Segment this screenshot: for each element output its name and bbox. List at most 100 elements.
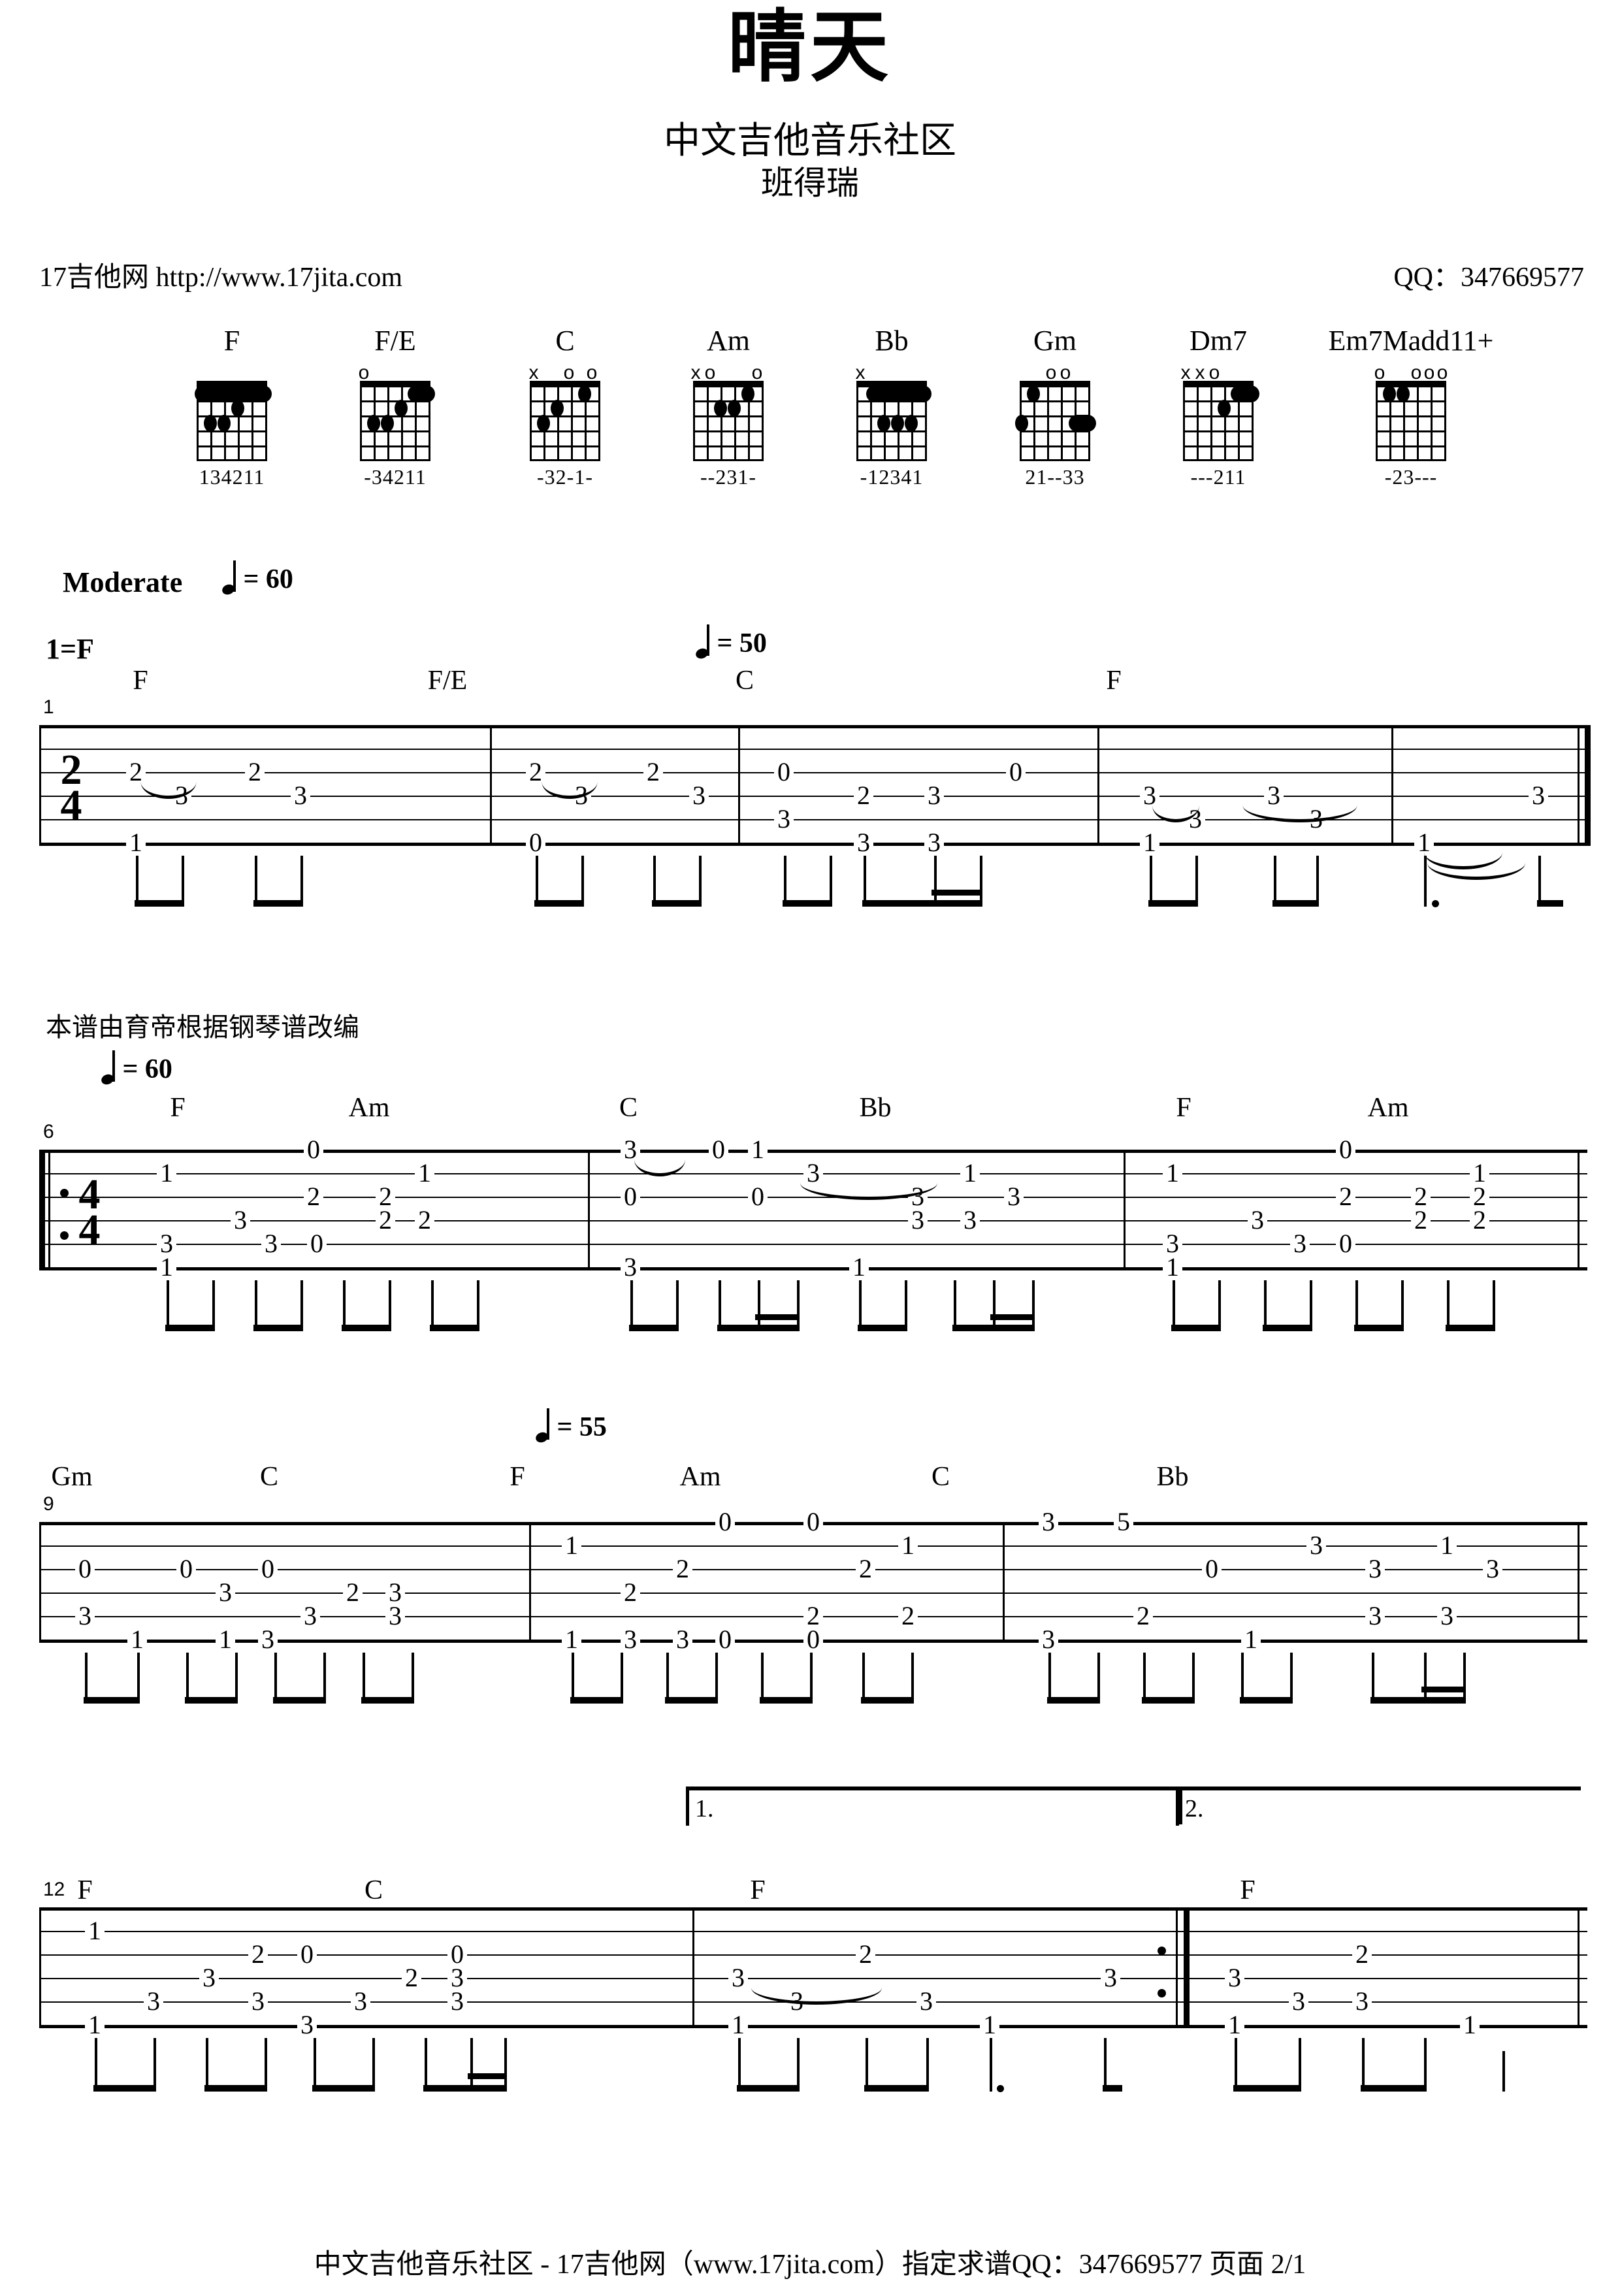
chord-label: F	[77, 1875, 93, 1905]
page-subtitle: 中文吉他音乐社区	[664, 121, 956, 161]
barline	[1391, 725, 1393, 846]
open-string-marker: o	[1045, 362, 1057, 383]
chord-grid	[1183, 381, 1259, 461]
tab-system-3: 9 0 3 1 0 1 3 0 3 3 2 3 3 1 1 2 3 2 3 0 …	[39, 1493, 1587, 1704]
chord-label: Gm	[51, 1462, 93, 1492]
barline	[1124, 1150, 1126, 1270]
barline	[490, 725, 492, 846]
muted-string-marker: x	[528, 362, 539, 383]
chord-grid	[1015, 381, 1096, 461]
chord-name: Gm	[1033, 325, 1077, 357]
muted-string-marker: x	[1195, 362, 1205, 383]
chord-label: C	[259, 1462, 279, 1492]
tab-system-4: 12 1 1 3 3 2 3 0 3 3 2 0 3 3 3 1 3 2 3 1…	[39, 1879, 1587, 2092]
barline	[588, 1150, 590, 1270]
ending-bracket-second: 2.	[1176, 1787, 1581, 1832]
chord-fingering: 134211	[199, 465, 265, 489]
tab-staff	[39, 725, 1591, 856]
barline	[692, 1907, 694, 2028]
chord-label: F/E	[427, 666, 468, 696]
chord-grid	[360, 381, 435, 461]
chord-diagram-c: C x o o -32-1-	[516, 327, 614, 489]
page-title: 晴天	[728, 4, 892, 91]
barline	[1097, 725, 1099, 846]
chord-label: F	[1240, 1875, 1256, 1905]
open-string-marker: o	[1423, 362, 1435, 383]
chord-label: F	[133, 666, 148, 696]
chord-diagram-am: Am x o o --231-	[679, 327, 777, 489]
chord-label: C	[735, 666, 754, 696]
chord-name: C	[555, 325, 575, 357]
chord-diagram-f: F 134211	[183, 327, 281, 489]
chord-name: Dm7	[1190, 325, 1247, 357]
time-signature: 44	[78, 1171, 101, 1254]
tab-system-1: 1 24 2 3 1 2 3 2 3 0 2 3 0 3 2 3 3 3 0 3…	[39, 696, 1591, 907]
repeat-end-barline	[1176, 1907, 1178, 2028]
chord-fingering: -23---	[1384, 465, 1438, 489]
open-string-marker: o	[751, 362, 763, 383]
barline	[738, 725, 740, 846]
time-signature: 24	[60, 746, 82, 830]
tab-system-2: 6 44 1 3 1 3 3 0 2 0 2 2 1 2 3 0 3 0 1 0…	[39, 1121, 1587, 1331]
chord-label: F	[750, 1875, 766, 1905]
arrangement-note: 本谱由育帝根据钢琴谱改编	[46, 1012, 359, 1042]
repeat-start-dots	[60, 1189, 69, 1240]
chord-diagram-dm7: Dm7 x x o ---211	[1169, 327, 1267, 489]
measure-number: 12	[43, 1879, 65, 1900]
tempo-moderate-label: Moderate	[63, 566, 183, 598]
measure-number: 6	[43, 1121, 54, 1142]
chord-fingering: ---211	[1190, 465, 1246, 489]
chord-grid	[195, 381, 272, 461]
chord-name: Am	[707, 325, 750, 357]
key-signature: 1=F	[46, 633, 94, 665]
repeat-end-dots	[1158, 1947, 1166, 1997]
chord-label: Bb	[859, 1093, 892, 1123]
page-footer: 中文吉他音乐社区 - 17吉他网（www.17jita.com）指定求谱QQ：3…	[314, 2250, 1306, 2280]
chord-grid	[530, 381, 600, 461]
chord-label: Bb	[1156, 1462, 1189, 1492]
quarter-note-icon	[534, 1408, 550, 1445]
open-string-marker: o	[1060, 362, 1071, 383]
chord-grid	[1376, 381, 1446, 461]
chord-label: C	[619, 1093, 638, 1123]
quarter-note-icon	[221, 560, 236, 597]
quarter-note-icon	[100, 1050, 116, 1087]
chord-fingering: --231-	[700, 465, 756, 489]
ending-label: 1.	[695, 1795, 714, 1822]
muted-string-marker: x	[690, 362, 701, 383]
open-string-marker: o	[1374, 362, 1385, 383]
chord-label: F	[1176, 1093, 1191, 1123]
artist-name: 班得瑞	[761, 165, 859, 201]
tab-staff	[39, 1907, 1587, 2038]
ending-label: 2.	[1185, 1795, 1204, 1822]
qq-number: QQ：347669577	[1393, 263, 1584, 293]
open-string-marker: o	[704, 362, 716, 383]
sheet-music-page: 晴天 中文吉他音乐社区 班得瑞 17吉他网 http://www.17jita.…	[0, 0, 1620, 2296]
chord-name: F	[223, 325, 240, 357]
chord-label: Am	[1367, 1093, 1409, 1123]
muted-string-marker: x	[1180, 362, 1191, 383]
chord-grid	[856, 381, 932, 461]
chord-diagram-em7madd11: Em7Madd11+ o o o o -23---	[1326, 327, 1496, 489]
chord-name: F/E	[374, 325, 416, 357]
chord-fingering: 21--33	[1025, 465, 1085, 489]
chord-grid	[693, 381, 764, 461]
open-string-marker: o	[563, 362, 575, 383]
open-string-marker: o	[1410, 362, 1422, 383]
chord-fingering: -34211	[364, 465, 427, 489]
quarter-note-icon	[694, 624, 710, 661]
chord-name: Em7Madd11+	[1328, 325, 1494, 357]
open-string-marker: o	[1436, 362, 1448, 383]
open-string-marker: o	[358, 362, 370, 383]
chord-diagram-bb: Bb x -12341	[843, 327, 941, 489]
site-url: 17吉他网 http://www.17jita.com	[39, 263, 403, 293]
chord-fingering: -32-1-	[537, 465, 593, 489]
chord-diagram-f-over-e: F/E o -34211	[346, 327, 444, 489]
tempo-bpm-50: = 50	[694, 624, 767, 661]
chord-name: Bb	[875, 325, 909, 357]
open-string-marker: o	[586, 362, 598, 383]
tempo-bpm-55: = 55	[534, 1408, 607, 1445]
measure-number: 9	[43, 1493, 54, 1515]
barline	[1003, 1522, 1005, 1643]
barline	[529, 1522, 531, 1643]
